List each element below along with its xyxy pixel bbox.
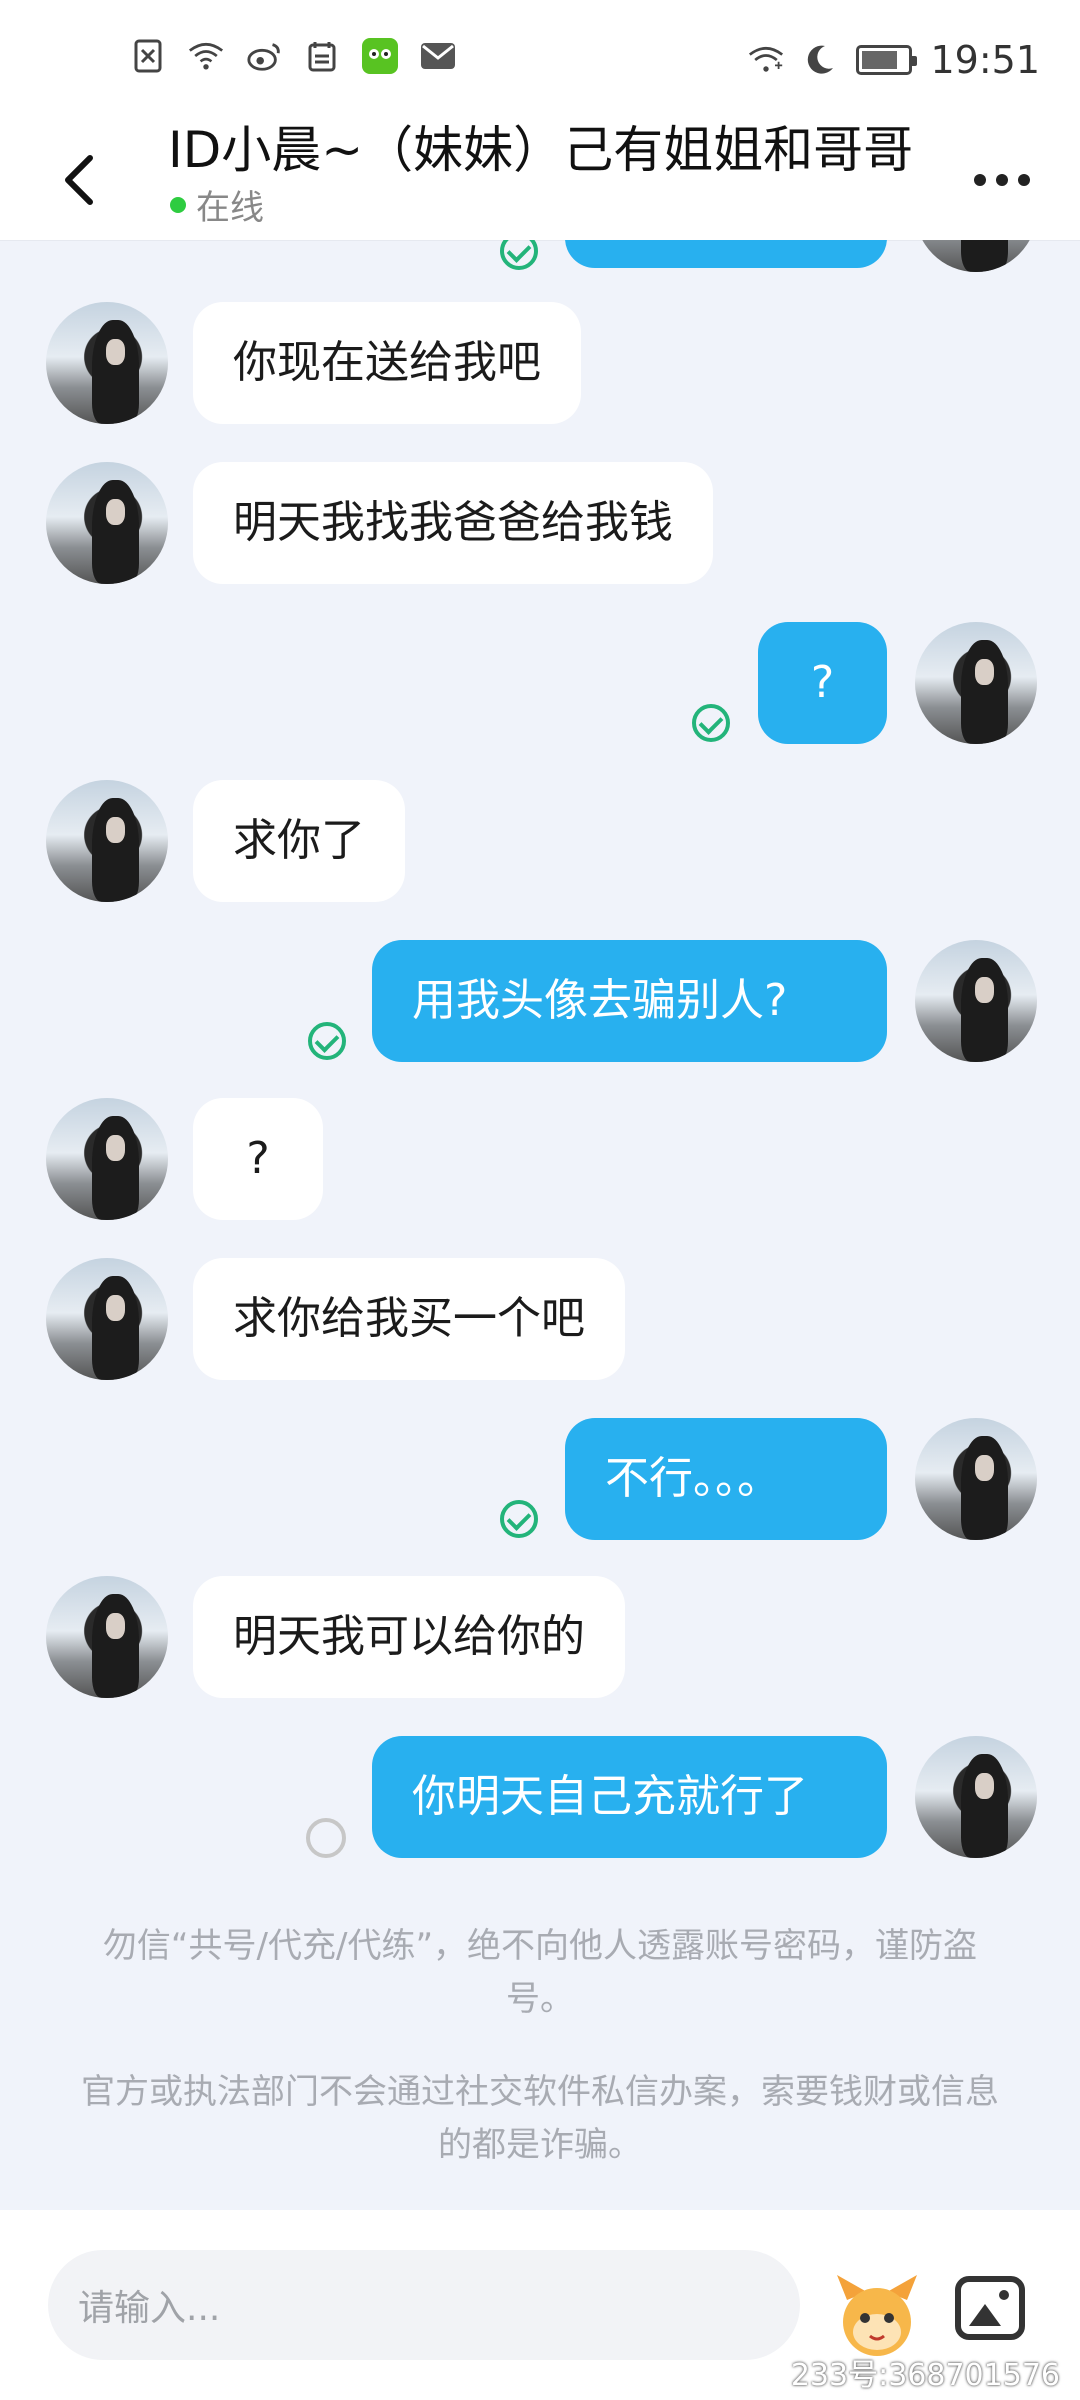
- calendar-icon: [304, 38, 340, 74]
- online-status: 在线: [170, 180, 264, 229]
- avatar-self[interactable]: [915, 1736, 1037, 1858]
- message-bubble[interactable]: ?: [758, 622, 887, 744]
- more-button[interactable]: [962, 150, 1042, 210]
- avatar-contact[interactable]: [46, 1576, 168, 1698]
- avatar-contact[interactable]: [46, 462, 168, 584]
- avatar-self[interactable]: [915, 1418, 1037, 1540]
- message-bubble[interactable]: ?: [193, 1098, 323, 1220]
- read-check-icon: [500, 240, 538, 270]
- chat-header: ID小晨~（妹妹）己有姐姐和哥哥 在线: [0, 120, 1080, 241]
- read-check-icon: [308, 1022, 346, 1060]
- avatar-contact[interactable]: [46, 780, 168, 902]
- message-bubble[interactable]: 明天我可以给你的: [193, 1576, 625, 1698]
- image-icon[interactable]: [955, 2276, 1025, 2340]
- message-bubble[interactable]: 不行。。。: [565, 1418, 887, 1540]
- wifi-plus-icon: [748, 42, 784, 78]
- avatar-self[interactable]: [915, 622, 1037, 744]
- back-button[interactable]: [40, 130, 120, 230]
- avatar-contact[interactable]: [46, 1258, 168, 1380]
- message-bubble[interactable]: 求你了: [193, 780, 405, 902]
- avatar-contact[interactable]: [46, 1098, 168, 1220]
- app-icon: [362, 38, 398, 74]
- battery-icon: [856, 45, 918, 75]
- security-notice: 勿信“共号/代充/代练”，绝不向他人透露账号密码，谨防盗号。: [102, 1926, 978, 2019]
- chat-title: ID小晨~（妹妹）己有姐姐和哥哥: [168, 121, 914, 179]
- sending-status-icon: [306, 1818, 346, 1858]
- message-bubble[interactable]: 求你给我买一个吧: [193, 1258, 625, 1380]
- online-label: 在线: [196, 188, 264, 228]
- fraud-notice: 官方或执法部门不会通过社交软件私信办案，索要钱财或信息的都是诈骗。: [81, 2072, 999, 2165]
- wifi-icon: [188, 38, 224, 74]
- input-bar: 请输入... 233号:368701576: [0, 2210, 1080, 2400]
- message-input[interactable]: 请输入...: [48, 2250, 800, 2360]
- mail-icon: [420, 38, 456, 74]
- mascot-icon[interactable]: [832, 2270, 922, 2360]
- more-icon: [974, 174, 986, 186]
- message-bubble[interactable]: 你现在送给我吧: [193, 302, 581, 424]
- message-bubble[interactable]: [565, 240, 887, 268]
- message-bubble[interactable]: 明天我找我爸爸给我钱: [193, 462, 713, 584]
- avatar-contact[interactable]: [46, 302, 168, 424]
- watermark: 233号:368701576: [790, 2358, 1060, 2393]
- avatar-self[interactable]: [915, 240, 1037, 272]
- status-bar: 19:51: [0, 0, 1080, 120]
- message-bubble[interactable]: 用我头像去骗别人?: [372, 940, 887, 1062]
- message-bubble[interactable]: 你明天自己充就行了: [372, 1736, 887, 1858]
- avatar-self[interactable]: [915, 940, 1037, 1062]
- moon-icon: [802, 42, 838, 78]
- weibo-icon: [246, 38, 282, 74]
- read-check-icon: [500, 1500, 538, 1538]
- back-icon: [65, 155, 93, 205]
- chat-area[interactable]: 你现在送给我吧 明天我找我爸爸给我钱 ? 求你了 用我头像去骗别人? ? 求你给…: [0, 240, 1080, 2210]
- close-box-icon: [130, 38, 166, 74]
- read-check-icon: [692, 704, 730, 742]
- online-dot: [170, 196, 186, 213]
- status-time: 19:51: [930, 38, 1040, 82]
